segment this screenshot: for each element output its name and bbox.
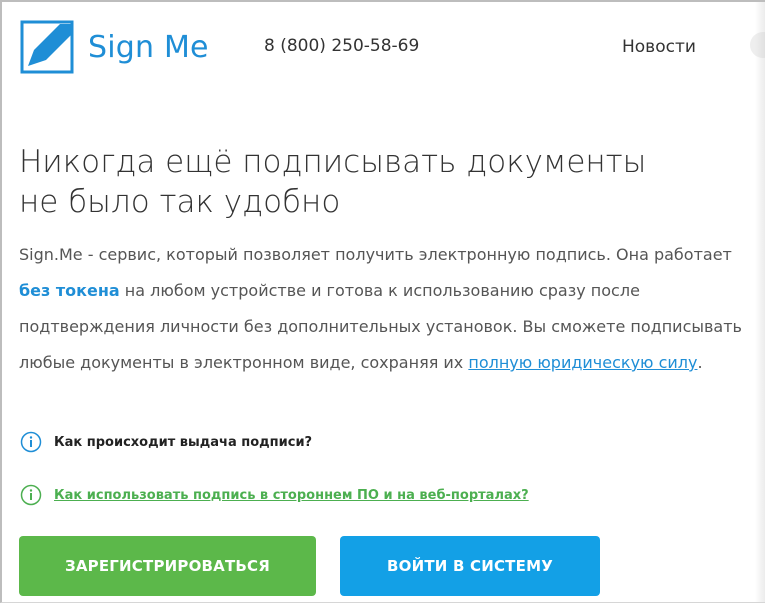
info-third-party-use[interactable]: Как использовать подпись в стороннем ПО … — [20, 484, 529, 506]
logo-text: Sign Me — [88, 29, 209, 65]
no-token-link[interactable]: без токена — [19, 281, 120, 300]
pen-logo-icon — [20, 20, 74, 74]
register-button[interactable]: ЗАРЕГИСТРИРОВАТЬСЯ — [19, 536, 316, 596]
headline-line-1: Никогда ещё подписывать документы — [19, 144, 647, 180]
info-icon — [20, 431, 42, 453]
logo-link[interactable]: Sign Me — [20, 20, 209, 74]
nav-cutoff-element[interactable] — [750, 32, 765, 58]
page-headline: Никогда ещё подписывать документы не был… — [19, 142, 739, 222]
site-header: Sign Me 8 (800) 250-58-69 Новости — [2, 2, 765, 94]
phone-number[interactable]: 8 (800) 250-58-69 — [264, 36, 419, 56]
info-how-issued-text[interactable]: Как происходит выдача подписи? — [54, 435, 312, 450]
desc-part-3: . — [697, 353, 703, 372]
info-third-party-link[interactable]: Как использовать подпись в стороннем ПО … — [54, 488, 529, 503]
info-icon — [20, 484, 42, 506]
service-description: Sign.Me - сервис, который позволяет полу… — [19, 237, 749, 381]
login-button[interactable]: ВОЙТИ В СИСТЕМУ — [340, 536, 600, 596]
headline-line-2: не было так удобно — [19, 184, 341, 220]
info-how-issued[interactable]: Как происходит выдача подписи? — [20, 431, 312, 453]
desc-part-1: Sign.Me - сервис, который позволяет полу… — [19, 245, 732, 264]
page: Sign Me 8 (800) 250-58-69 Новости Никогд… — [0, 0, 765, 603]
nav-news-link[interactable]: Новости — [622, 37, 696, 57]
legal-force-link[interactable]: полную юридическую силу — [468, 353, 697, 372]
